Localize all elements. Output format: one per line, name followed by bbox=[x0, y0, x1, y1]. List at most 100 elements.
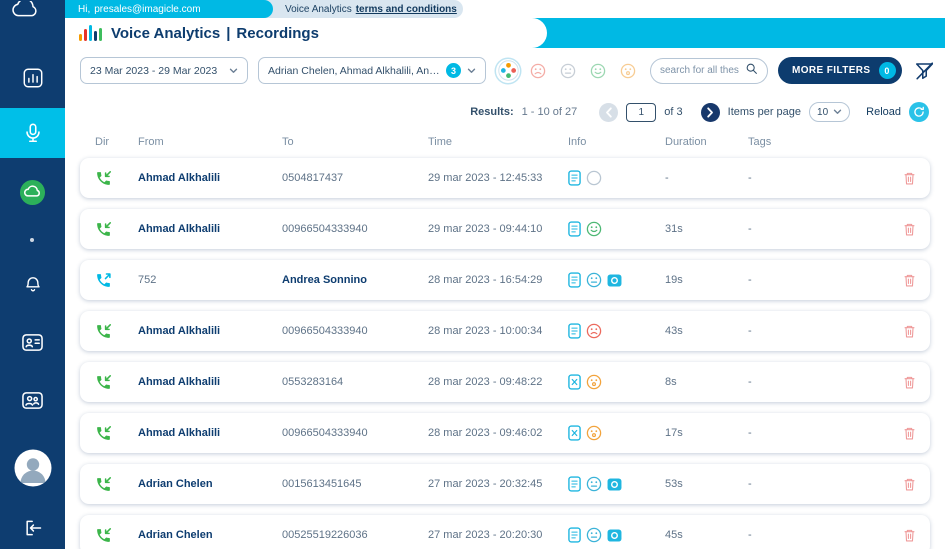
incoming-call-icon bbox=[95, 425, 138, 442]
incoming-call-icon bbox=[95, 221, 138, 238]
table-row[interactable]: Ahmad Alkhalili0096650433394029 mar 2023… bbox=[80, 209, 930, 249]
sentiment-filter-surprised[interactable] bbox=[616, 59, 640, 83]
transcript-icon[interactable] bbox=[568, 221, 581, 237]
delete-recording-button[interactable] bbox=[901, 526, 918, 545]
to-cell: 0504817437 bbox=[282, 172, 428, 184]
table-row[interactable]: Ahmad Alkhalili055328316428 mar 2023 - 0… bbox=[80, 362, 930, 402]
sidebar-item-cloud-backup[interactable] bbox=[0, 172, 65, 212]
info-cell bbox=[568, 323, 665, 339]
transcript-icon[interactable] bbox=[568, 476, 581, 492]
table-header-row: DirFromToTimeInfoDurationTags bbox=[80, 136, 930, 148]
transcript-icon[interactable] bbox=[568, 323, 581, 339]
delete-recording-button[interactable] bbox=[901, 322, 918, 341]
from-cell: Ahmad Alkhalili bbox=[138, 325, 282, 337]
tags-cell: - bbox=[748, 427, 890, 439]
transcript-icon[interactable] bbox=[568, 170, 581, 186]
table-row[interactable]: 752Andrea Sonnino28 mar 2023 - 16:54:291… bbox=[80, 260, 930, 300]
sidebar-item-users[interactable] bbox=[0, 380, 65, 420]
items-per-page-select[interactable]: 10 bbox=[809, 102, 850, 122]
more-filters-button[interactable]: MORE FILTERS 0 bbox=[778, 57, 902, 84]
surprised-icon[interactable] bbox=[586, 425, 602, 441]
duration-cell: - bbox=[665, 172, 748, 184]
sidebar-item-contacts[interactable] bbox=[0, 322, 65, 362]
chevron-down-icon bbox=[229, 65, 238, 77]
page-number-input[interactable] bbox=[626, 103, 656, 122]
to-cell: 00966504333940 bbox=[282, 427, 428, 439]
tags-cell: - bbox=[748, 376, 890, 388]
users-select[interactable]: Adrian Chelen, Ahmad Alkhalili, Andr... … bbox=[258, 57, 486, 84]
neutral-icon[interactable] bbox=[586, 272, 602, 288]
sentiment-filter-all[interactable] bbox=[496, 59, 520, 83]
next-page-button[interactable] bbox=[701, 103, 720, 122]
to-cell: 00966504333940 bbox=[282, 325, 428, 337]
transcript-icon[interactable] bbox=[568, 527, 581, 543]
duration-cell: 17s bbox=[665, 427, 748, 439]
sidebar-item-alerts[interactable] bbox=[0, 264, 65, 304]
items-per-page-value: 10 bbox=[817, 107, 828, 118]
sidebar-item-dashboard[interactable] bbox=[0, 58, 65, 98]
tags-cell: - bbox=[748, 325, 890, 337]
greeting-text: Hi, bbox=[78, 4, 90, 15]
delete-recording-button[interactable] bbox=[901, 271, 918, 290]
table-row[interactable]: Adrian Chelen0052551922603627 mar 2023 -… bbox=[80, 515, 930, 549]
incoming-call-icon bbox=[95, 170, 138, 187]
sidebar bbox=[0, 0, 65, 549]
happy-icon[interactable] bbox=[586, 221, 602, 237]
terms-and-conditions-link[interactable]: terms and conditions bbox=[356, 4, 457, 15]
table-row[interactable]: Ahmad Alkhalili0096650433394028 mar 2023… bbox=[80, 311, 930, 351]
transcript-x-icon[interactable] bbox=[568, 425, 581, 441]
table-row[interactable]: Adrian Chelen001561345164527 mar 2023 - … bbox=[80, 464, 930, 504]
chevron-down-icon bbox=[833, 107, 842, 118]
from-cell: Ahmad Alkhalili bbox=[138, 223, 282, 235]
delete-recording-button[interactable] bbox=[901, 424, 918, 443]
page-header: Voice Analytics|Recordings bbox=[65, 18, 547, 48]
sentiment-filter-happy[interactable] bbox=[586, 59, 610, 83]
screen-icon[interactable] bbox=[607, 274, 622, 287]
results-range: 1 - 10 of 27 bbox=[522, 106, 578, 118]
page-title: Voice Analytics|Recordings bbox=[111, 25, 319, 42]
sentiment-filter-angry[interactable] bbox=[526, 59, 550, 83]
column-header-time: Time bbox=[428, 136, 568, 148]
previous-page-button[interactable] bbox=[599, 103, 618, 122]
from-cell: 752 bbox=[138, 274, 282, 286]
info-cell bbox=[568, 221, 665, 237]
clear-filters-icon[interactable] bbox=[912, 58, 938, 84]
surprised-icon[interactable] bbox=[586, 374, 602, 390]
search-input[interactable] bbox=[660, 65, 741, 76]
none-icon[interactable] bbox=[586, 170, 602, 186]
table-row[interactable]: Ahmad Alkhalili0096650433394028 mar 2023… bbox=[80, 413, 930, 453]
user-avatar[interactable] bbox=[0, 446, 65, 490]
incoming-call-icon bbox=[95, 476, 138, 493]
time-cell: 28 mar 2023 - 09:46:02 bbox=[428, 427, 568, 439]
delete-recording-button[interactable] bbox=[901, 169, 918, 188]
time-cell: 27 mar 2023 - 20:20:30 bbox=[428, 529, 568, 541]
imagicle-cloud-logo bbox=[9, 1, 43, 23]
time-cell: 28 mar 2023 - 09:48:22 bbox=[428, 376, 568, 388]
incoming-call-icon bbox=[95, 374, 138, 391]
transcript-icon[interactable] bbox=[568, 272, 581, 288]
delete-recording-button[interactable] bbox=[901, 475, 918, 494]
sentiment-filter-neutral[interactable] bbox=[556, 59, 580, 83]
angry-icon[interactable] bbox=[586, 323, 602, 339]
logout-button[interactable] bbox=[0, 508, 65, 548]
selected-users-count-badge: 3 bbox=[446, 63, 461, 78]
sidebar-item-recordings[interactable] bbox=[0, 108, 65, 158]
header-band: Voice Analytics|Recordings bbox=[65, 18, 945, 48]
from-cell: Adrian Chelen bbox=[138, 478, 282, 490]
delete-recording-button[interactable] bbox=[901, 373, 918, 392]
duration-cell: 43s bbox=[665, 325, 748, 337]
page-name: Recordings bbox=[236, 25, 319, 42]
from-cell: Ahmad Alkhalili bbox=[138, 427, 282, 439]
screen-icon[interactable] bbox=[607, 529, 622, 542]
neutral-icon[interactable] bbox=[586, 476, 602, 492]
neutral-icon[interactable] bbox=[586, 527, 602, 543]
tags-cell: - bbox=[748, 274, 890, 286]
search-icon bbox=[745, 62, 758, 80]
delete-recording-button[interactable] bbox=[901, 220, 918, 239]
reload-button[interactable] bbox=[909, 102, 929, 122]
transcript-x-icon[interactable] bbox=[568, 374, 581, 390]
table-row[interactable]: Ahmad Alkhalili050481743729 mar 2023 - 1… bbox=[80, 158, 930, 198]
date-range-select[interactable]: 23 Mar 2023 - 29 Mar 2023 bbox=[80, 57, 248, 84]
screen-icon[interactable] bbox=[607, 478, 622, 491]
time-cell: 28 mar 2023 - 10:00:34 bbox=[428, 325, 568, 337]
